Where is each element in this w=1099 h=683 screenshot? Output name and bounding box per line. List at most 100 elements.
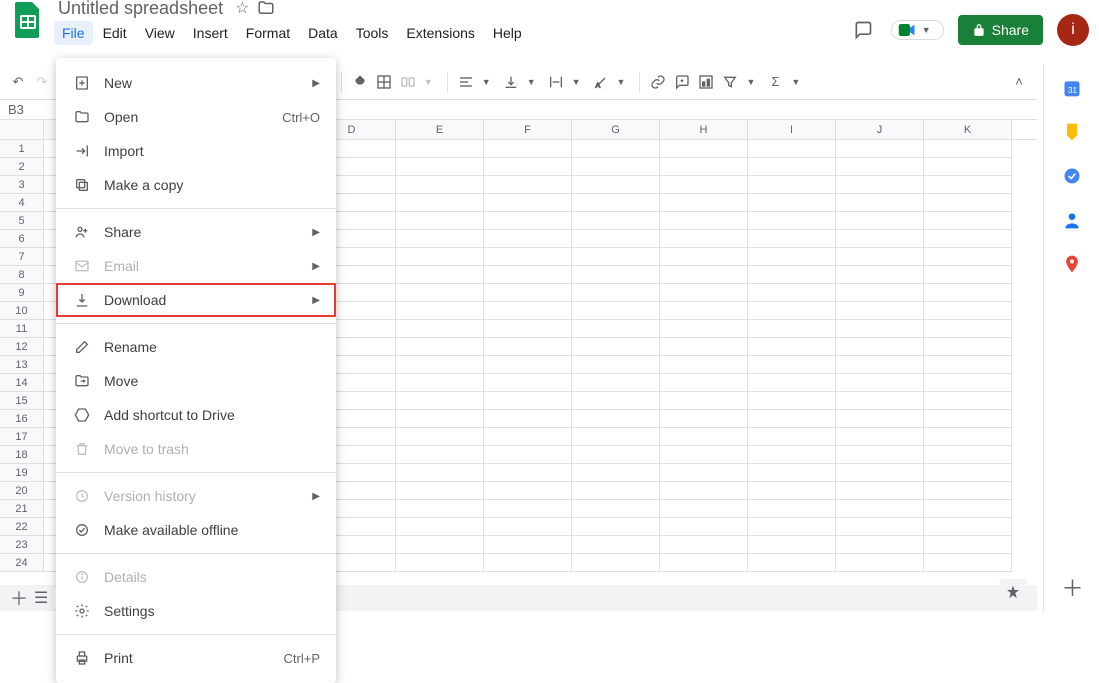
menu-item-version-history[interactable]: Version history ▶ — [56, 479, 336, 513]
account-avatar[interactable]: i — [1057, 14, 1089, 46]
cell[interactable] — [748, 554, 836, 572]
menu-item-new[interactable]: New ▶ — [56, 66, 336, 100]
cell[interactable] — [396, 356, 484, 374]
cell[interactable] — [484, 230, 572, 248]
cell[interactable] — [396, 230, 484, 248]
cell[interactable] — [748, 266, 836, 284]
cell[interactable] — [484, 158, 572, 176]
cell[interactable] — [924, 554, 1012, 572]
cell[interactable] — [484, 248, 572, 266]
cell[interactable] — [836, 374, 924, 392]
cell[interactable] — [660, 392, 748, 410]
cell[interactable] — [572, 302, 660, 320]
cell[interactable] — [748, 194, 836, 212]
row-header[interactable]: 21 — [0, 500, 44, 518]
row-header[interactable]: 8 — [0, 266, 44, 284]
cell[interactable] — [748, 356, 836, 374]
name-box[interactable]: B3 — [0, 102, 50, 117]
cell[interactable] — [836, 158, 924, 176]
menu-item-trash[interactable]: Move to trash — [56, 432, 336, 466]
cell[interactable] — [924, 464, 1012, 482]
redo-icon[interactable]: ↷ — [32, 72, 52, 92]
row-header[interactable]: 23 — [0, 536, 44, 554]
cell[interactable] — [484, 338, 572, 356]
cell[interactable] — [748, 518, 836, 536]
cell[interactable] — [924, 140, 1012, 158]
menu-item-import[interactable]: Import — [56, 134, 336, 168]
cell[interactable] — [836, 518, 924, 536]
filter-icon[interactable] — [720, 72, 740, 92]
cell[interactable] — [660, 140, 748, 158]
cell[interactable] — [484, 266, 572, 284]
menu-item-open[interactable]: Open Ctrl+O — [56, 100, 336, 134]
cell[interactable] — [572, 248, 660, 266]
cell[interactable] — [660, 194, 748, 212]
menu-insert[interactable]: Insert — [185, 21, 236, 45]
functions-icon[interactable]: Σ — [765, 72, 785, 92]
cell[interactable] — [836, 266, 924, 284]
cell[interactable] — [396, 248, 484, 266]
cell[interactable] — [836, 140, 924, 158]
cell[interactable] — [572, 500, 660, 518]
cell[interactable] — [572, 356, 660, 374]
column-header[interactable]: G — [572, 120, 660, 139]
cell[interactable] — [660, 554, 748, 572]
cell[interactable] — [660, 176, 748, 194]
menu-item-share[interactable]: Share ▶ — [56, 215, 336, 249]
cell[interactable] — [924, 356, 1012, 374]
cell[interactable] — [396, 500, 484, 518]
cell[interactable] — [748, 500, 836, 518]
cell[interactable] — [484, 446, 572, 464]
cell[interactable] — [572, 374, 660, 392]
cell[interactable] — [572, 230, 660, 248]
cell[interactable] — [572, 518, 660, 536]
cell[interactable] — [748, 446, 836, 464]
row-header[interactable]: 24 — [0, 554, 44, 572]
cell[interactable] — [660, 230, 748, 248]
cell[interactable] — [836, 248, 924, 266]
cell[interactable] — [836, 194, 924, 212]
cell[interactable] — [748, 392, 836, 410]
all-sheets-button[interactable]: ☰ — [34, 588, 48, 608]
share-button[interactable]: Share — [958, 15, 1043, 45]
cell[interactable] — [660, 338, 748, 356]
cell[interactable] — [396, 518, 484, 536]
cell[interactable] — [396, 338, 484, 356]
cell[interactable] — [484, 410, 572, 428]
cell[interactable] — [396, 446, 484, 464]
cell[interactable] — [924, 176, 1012, 194]
cell[interactable] — [836, 176, 924, 194]
cell[interactable] — [836, 500, 924, 518]
cell[interactable] — [660, 248, 748, 266]
row-header[interactable]: 18 — [0, 446, 44, 464]
cell[interactable] — [660, 320, 748, 338]
cell[interactable] — [396, 284, 484, 302]
cell[interactable] — [924, 212, 1012, 230]
cell[interactable] — [836, 230, 924, 248]
cell[interactable] — [396, 410, 484, 428]
cell[interactable] — [660, 536, 748, 554]
cell[interactable] — [836, 356, 924, 374]
cell[interactable] — [924, 482, 1012, 500]
cell[interactable] — [484, 500, 572, 518]
row-header[interactable]: 11 — [0, 320, 44, 338]
cell[interactable] — [396, 140, 484, 158]
cell[interactable] — [484, 356, 572, 374]
cell[interactable] — [924, 302, 1012, 320]
row-header[interactable]: 20 — [0, 482, 44, 500]
menu-item-details[interactable]: Details — [56, 560, 336, 594]
cell[interactable] — [924, 536, 1012, 554]
cell[interactable] — [396, 464, 484, 482]
row-header[interactable]: 15 — [0, 392, 44, 410]
row-header[interactable]: 1 — [0, 140, 44, 158]
wrap-icon[interactable] — [546, 72, 566, 92]
document-title[interactable]: Untitled spreadsheet — [54, 0, 227, 21]
cell[interactable] — [396, 536, 484, 554]
cell[interactable] — [572, 428, 660, 446]
cell[interactable] — [836, 284, 924, 302]
undo-icon[interactable]: ↶ — [8, 72, 28, 92]
cell[interactable] — [484, 212, 572, 230]
cell[interactable] — [924, 374, 1012, 392]
cell[interactable] — [924, 500, 1012, 518]
cell[interactable] — [836, 536, 924, 554]
